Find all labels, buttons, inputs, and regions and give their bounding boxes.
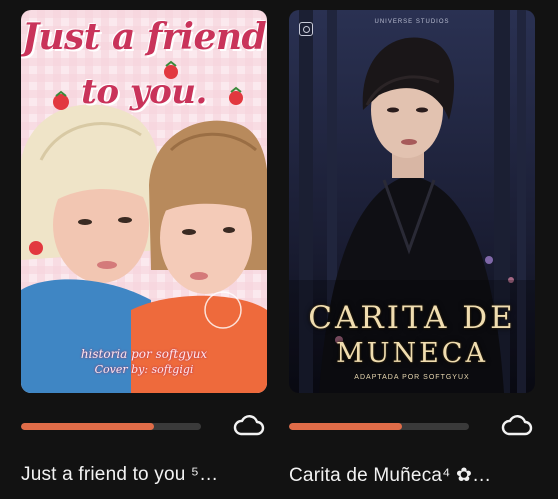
cover-credit-designer: Cover by: softgigi: [94, 363, 194, 376]
story-cover[interactable]: UNIVERSE STUDIOS CARITA DE MUNECA ADAPTA…: [289, 10, 535, 393]
story-title[interactable]: Just a friend to you ⁵…: [21, 464, 267, 486]
story-card[interactable]: UNIVERSE STUDIOS CARITA DE MUNECA ADAPTA…: [289, 10, 535, 486]
reading-progress-bar: [289, 423, 469, 430]
reading-progress-bar: [21, 423, 201, 430]
publisher-logo-icon: [299, 22, 313, 36]
reading-progress-fill: [21, 423, 155, 430]
cover-title-line2: MUNECA: [336, 338, 488, 369]
reading-progress-row: [289, 414, 535, 438]
story-library-grid: Just a friend to you. historia por softg…: [0, 0, 558, 499]
cover-publisher: UNIVERSE STUDIOS: [374, 19, 450, 25]
story-title[interactable]: Carita de Muñeca⁴ ✿…: [289, 464, 535, 487]
cover-title-line1: Just a friend: [21, 16, 267, 58]
story-card[interactable]: Just a friend to you. historia por softg…: [21, 10, 267, 485]
cover-title-line1: CARITA DE: [308, 300, 516, 336]
cover-subtitle: ADAPTADA POR SOFTGYUX: [354, 374, 470, 381]
cloud-icon[interactable]: [501, 414, 533, 438]
cover-title-line2: to you.: [81, 72, 207, 112]
cover-credit-author: historia por softgyux: [80, 347, 208, 361]
cover-artwork: [21, 10, 267, 393]
cloud-icon[interactable]: [233, 414, 265, 438]
reading-progress-row: [21, 414, 267, 438]
story-cover[interactable]: Just a friend to you. historia por softg…: [21, 10, 267, 393]
reading-progress-fill: [289, 423, 403, 430]
